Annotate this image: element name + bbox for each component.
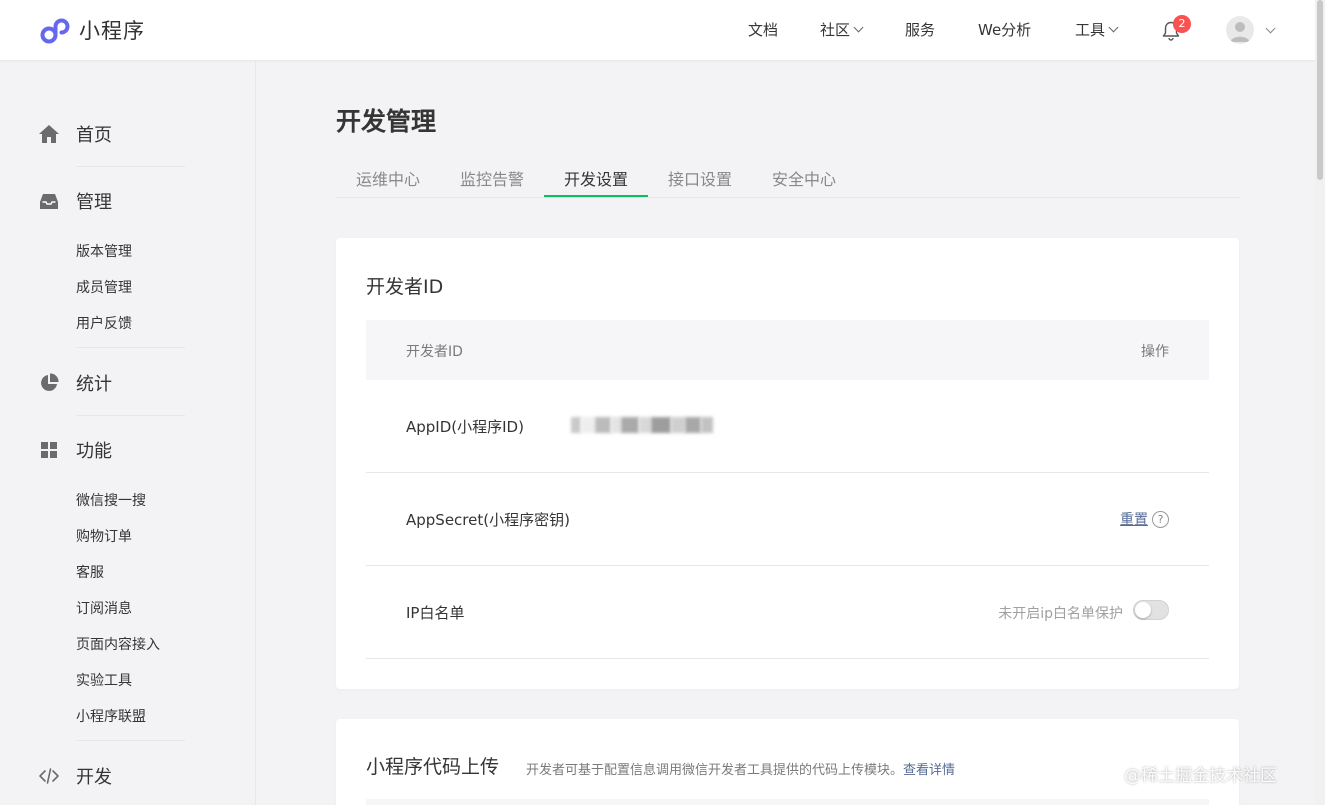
sidebar-item-alliance[interactable]: 小程序联盟	[76, 706, 146, 726]
sidebar-item-wechat-search[interactable]: 微信搜一搜	[76, 490, 146, 510]
details-link[interactable]: 查看详情	[903, 763, 955, 778]
nav-tools[interactable]: 工具	[1075, 19, 1119, 40]
miniprogram-logo-icon	[40, 18, 70, 44]
sidebar-item-members[interactable]: 成员管理	[76, 277, 132, 297]
column-header-id: 开发者ID	[406, 344, 463, 360]
scrollbar-thumb[interactable]	[1317, 0, 1323, 180]
code-icon	[38, 765, 60, 787]
appsecret-label: AppSecret(小程序密钥)	[406, 511, 570, 529]
card-title: 开发者ID	[366, 276, 444, 298]
tab-api-settings[interactable]: 接口设置	[668, 166, 732, 190]
sidebar-item-customer-service[interactable]: 客服	[76, 562, 104, 582]
sidebar-item-label: 首页	[76, 125, 112, 146]
scrollbar[interactable]	[1315, 0, 1325, 805]
tab-operations[interactable]: 运维中心	[356, 166, 420, 190]
developer-id-card: 开发者ID 开发者ID 操作 AppID(小程序ID) AppSecret(小程…	[336, 238, 1239, 689]
nav-docs[interactable]: 文档	[748, 19, 778, 40]
tab-monitoring[interactable]: 监控告警	[460, 166, 524, 190]
sidebar-item-label: 功能	[76, 441, 112, 462]
code-upload-card: 小程序代码上传 开发者可基于配置信息调用微信开发者工具提供的代码上传模块。查看详…	[336, 719, 1239, 805]
appid-label: AppID(小程序ID)	[406, 418, 524, 436]
sidebar-item-orders[interactable]: 购物订单	[76, 526, 132, 546]
tab-dev-settings[interactable]: 开发设置	[564, 166, 628, 190]
reset-secret-action: 重置 ?	[1120, 509, 1169, 529]
nav-community[interactable]: 社区	[820, 19, 864, 40]
sidebar-item-label: 管理	[76, 192, 112, 213]
inbox-icon	[38, 190, 60, 212]
page-title: 开发管理	[336, 107, 437, 136]
help-icon[interactable]: ?	[1152, 510, 1169, 528]
pie-chart-icon	[38, 372, 60, 394]
sidebar-item-develop[interactable]: 开发	[38, 763, 112, 789]
sidebar-item-label: 开发	[76, 767, 112, 788]
sidebar-item-experiment-tools[interactable]: 实验工具	[76, 670, 132, 690]
nav-analytics[interactable]: We分析	[978, 19, 1031, 40]
sidebar-item-manage[interactable]: 管理	[38, 188, 112, 214]
ip-whitelist-toggle[interactable]	[1133, 600, 1169, 620]
user-avatar-icon	[1230, 22, 1250, 42]
divider	[76, 415, 185, 416]
tab-bar: 运维中心 监控告警 开发设置 接口设置 安全中心	[336, 158, 1240, 198]
sidebar-item-stats[interactable]: 统计	[38, 370, 112, 396]
nav-tools-label: 工具	[1075, 21, 1106, 39]
chevron-down-icon[interactable]	[1265, 23, 1276, 34]
watermark: @稀土掘金技术社区	[1124, 766, 1277, 786]
sidebar-item-home[interactable]: 首页	[38, 121, 112, 147]
divider	[76, 740, 185, 741]
active-tab-indicator	[544, 195, 648, 197]
chevron-down-icon	[1108, 22, 1119, 33]
top-bar: 小程序 文档 社区 服务 We分析 工具 2	[0, 0, 1315, 60]
card-description: 开发者可基于配置信息调用微信开发者工具提供的代码上传模块。查看详情	[526, 759, 955, 778]
reset-link[interactable]: 重置	[1120, 509, 1148, 529]
avatar[interactable]	[1226, 16, 1254, 44]
table-row-ip-whitelist: IP白名单 未开启ip白名单保护	[366, 566, 1209, 659]
nav-service[interactable]: 服务	[905, 19, 935, 40]
ip-whitelist-label: IP白名单	[406, 604, 465, 622]
toggle-knob	[1135, 602, 1151, 618]
nav-community-label: 社区	[820, 21, 851, 39]
table-row-appsecret: AppSecret(小程序密钥) 重置 ?	[366, 473, 1209, 566]
card-title: 小程序代码上传	[366, 756, 500, 778]
column-header-action: 操作	[1141, 344, 1169, 360]
sidebar-item-subscribe-messages[interactable]: 订阅消息	[76, 598, 132, 618]
table-header: 开发者ID 操作	[366, 320, 1209, 380]
sidebar-item-features[interactable]: 功能	[38, 437, 112, 463]
chevron-down-icon	[853, 22, 864, 33]
notification-badge: 2	[1173, 15, 1191, 33]
divider	[76, 166, 185, 167]
ip-whitelist-status: 未开启ip白名单保护	[998, 606, 1123, 622]
divider	[76, 347, 185, 348]
app-title: 小程序	[79, 19, 145, 43]
description-text: 开发者可基于配置信息调用微信开发者工具提供的代码上传模块。	[526, 763, 904, 778]
grid-icon	[38, 439, 60, 461]
sidebar-item-feedback[interactable]: 用户反馈	[76, 313, 132, 333]
sidebar-item-versions[interactable]: 版本管理	[76, 241, 132, 261]
sidebar-item-label: 统计	[76, 374, 112, 395]
sidebar-item-page-content[interactable]: 页面内容接入	[76, 634, 160, 654]
appid-value-redacted	[571, 417, 713, 433]
table-row-appid: AppID(小程序ID)	[366, 380, 1209, 473]
table-header	[366, 799, 1209, 805]
sidebar: 首页 管理 版本管理 成员管理 用户反馈 统计 功能 微信搜一搜 购物订单 客服…	[0, 60, 256, 805]
logo[interactable]: 小程序	[38, 14, 145, 46]
tab-security[interactable]: 安全中心	[772, 166, 836, 190]
home-icon	[38, 123, 60, 145]
